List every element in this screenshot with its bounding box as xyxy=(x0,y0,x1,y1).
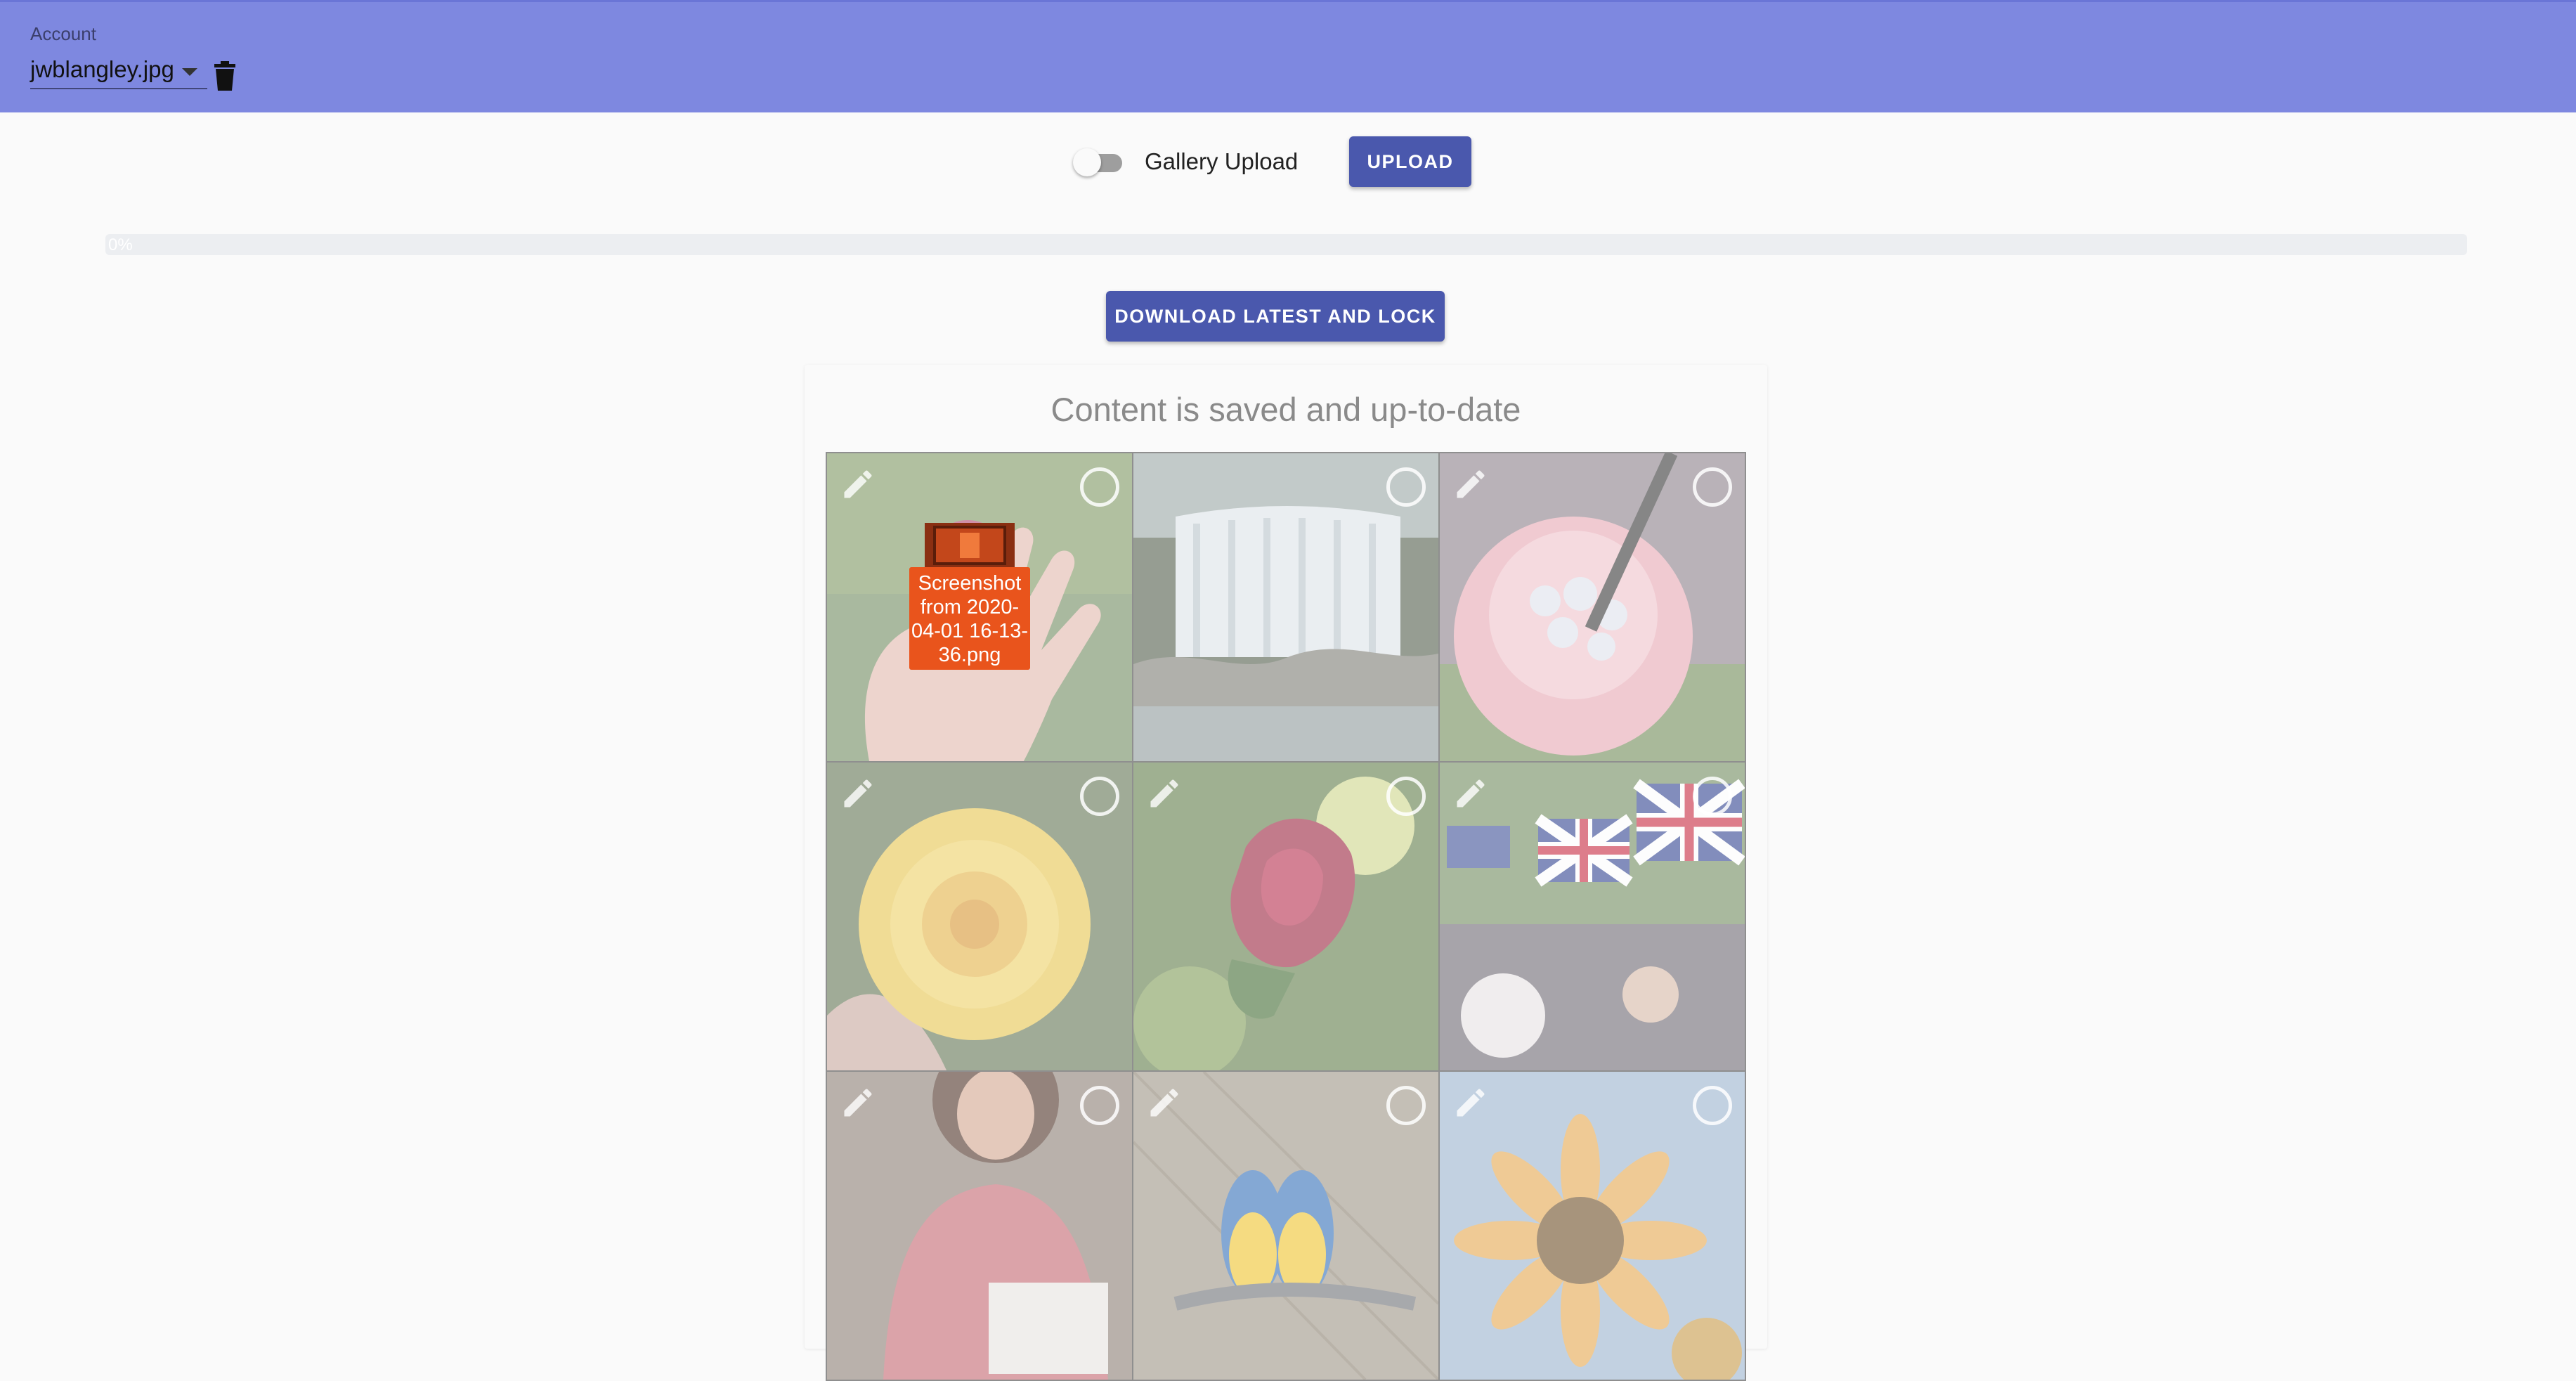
gallery-upload-label: Gallery Upload xyxy=(1145,148,1299,174)
upload-button[interactable]: UPLOAD xyxy=(1349,136,1471,187)
dragged-file-icon xyxy=(925,523,1015,568)
account-select[interactable]: jwblangley.jpg xyxy=(30,54,207,89)
select-radio[interactable] xyxy=(1693,777,1732,816)
progress-text: 0% xyxy=(108,235,133,254)
select-radio[interactable] xyxy=(1386,1086,1426,1125)
select-radio[interactable] xyxy=(1693,467,1732,507)
app-bar: Account jwblangley.jpg xyxy=(0,0,2576,112)
account-value: jwblangley.jpg xyxy=(30,56,174,82)
edit-icon[interactable] xyxy=(840,466,876,503)
edit-icon[interactable] xyxy=(1146,775,1183,812)
select-radio[interactable] xyxy=(1386,777,1426,816)
photo-tile-woman-reading[interactable] xyxy=(826,1070,1133,1381)
download-latest-and-lock-button[interactable]: DOWNLOAD LATEST AND LOCK xyxy=(1106,291,1445,342)
photo-tile-yellow-rose[interactable] xyxy=(826,761,1133,1072)
select-radio[interactable] xyxy=(1080,777,1119,816)
dragged-file-name: Screenshot from 2020-04-01 16-13-36.png xyxy=(909,567,1030,670)
account-label: Account xyxy=(30,23,96,44)
photo-tile-sunflower[interactable] xyxy=(1438,1070,1746,1381)
photo-tile-pink-drink[interactable] xyxy=(1438,452,1746,763)
chevron-down-icon xyxy=(182,68,197,76)
select-radio[interactable] xyxy=(1080,467,1119,507)
edit-icon[interactable] xyxy=(1146,1084,1183,1121)
photo-tile-red-rose[interactable] xyxy=(1132,761,1440,1072)
toggle-thumb xyxy=(1073,148,1101,176)
edit-icon[interactable] xyxy=(840,1084,876,1121)
edit-icon[interactable] xyxy=(1452,466,1489,503)
photo-tile-macaws[interactable] xyxy=(1132,1070,1440,1381)
upload-progress-bar: 0% xyxy=(105,234,2467,255)
photo-tile-waterfall[interactable] xyxy=(1132,452,1440,763)
select-radio[interactable] xyxy=(1693,1086,1732,1125)
edit-icon[interactable] xyxy=(1452,775,1489,812)
edit-icon[interactable] xyxy=(1452,1084,1489,1121)
select-radio[interactable] xyxy=(1080,1086,1119,1125)
photo-tile-union-jack-crowd[interactable] xyxy=(1438,761,1746,1072)
content-status: Content is saved and up-to-date xyxy=(1050,391,1521,428)
edit-icon[interactable] xyxy=(840,775,876,812)
delete-icon[interactable] xyxy=(213,61,237,91)
select-radio[interactable] xyxy=(1386,467,1426,507)
